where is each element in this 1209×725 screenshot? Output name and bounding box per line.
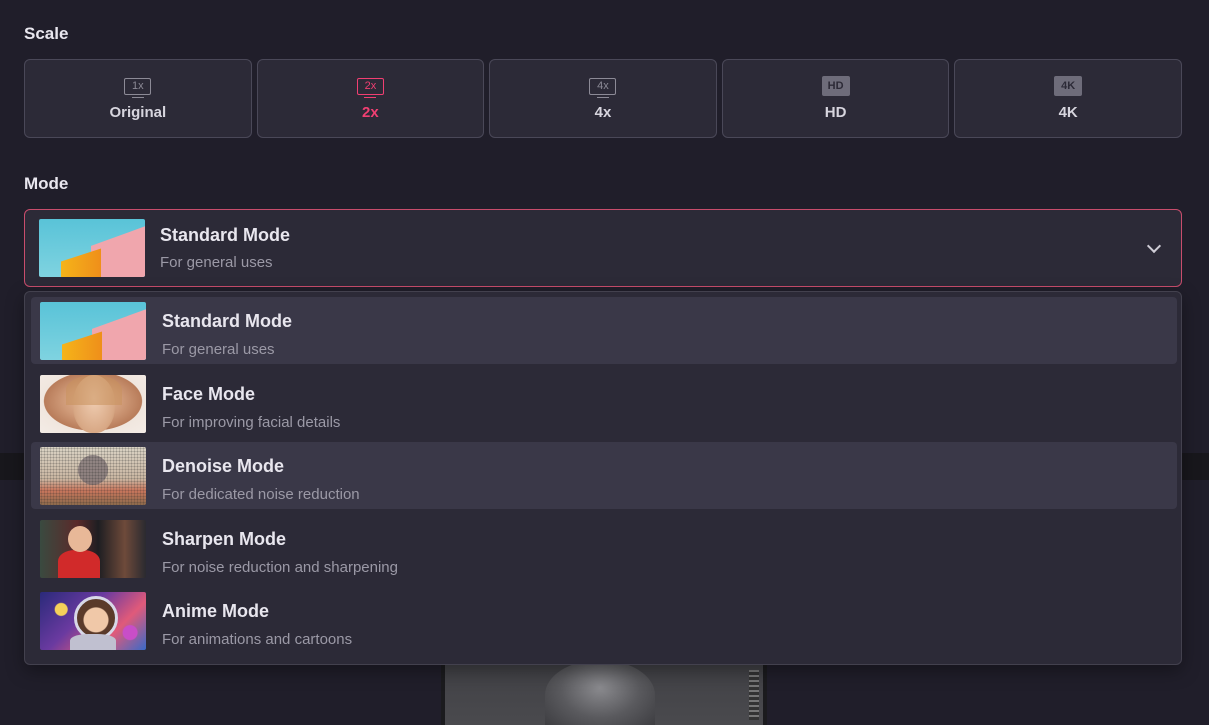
scale-option-4k[interactable]: 4K 4K: [954, 59, 1182, 138]
mode-label: Mode: [24, 174, 69, 193]
mode-option-desc: For general uses: [162, 341, 275, 358]
mode-option-title: Face Mode: [162, 384, 256, 404]
standard-mode-thumbnail: [40, 302, 146, 360]
mode-option-sharpen[interactable]: Sharpen Mode For noise reduction and sha…: [31, 515, 1177, 582]
scale-option-label: HD: [824, 104, 847, 121]
anime-mode-thumbnail: [40, 592, 146, 650]
mode-select[interactable]: Standard Mode For general uses: [24, 209, 1182, 287]
mode-option-desc: For dedicated noise reduction: [162, 486, 360, 503]
scale-options: 1x Original 2x 2x 4x 4x HD HD 4K 4K: [24, 59, 1182, 138]
mode-option-title: Standard Mode: [162, 311, 293, 331]
scale-option-original[interactable]: 1x Original: [24, 59, 252, 138]
chevron-down-icon[interactable]: [1146, 238, 1162, 254]
scale-option-label: Original: [109, 104, 167, 121]
mode-option-desc: For animations and cartoons: [162, 631, 353, 648]
mode-option-title: Sharpen Mode: [162, 529, 287, 549]
preview-tv-grille: [749, 670, 759, 720]
mode-option-anime[interactable]: Anime Mode For animations and cartoons: [31, 587, 1177, 654]
mode-option-denoise[interactable]: Denoise Mode For dedicated noise reducti…: [31, 442, 1177, 509]
mode-dropdown-list: Standard Mode For general uses Face Mode…: [24, 291, 1182, 665]
mode-option-title: Anime Mode: [162, 601, 270, 621]
denoise-mode-thumbnail: [40, 447, 146, 505]
scale-label: Scale: [24, 24, 69, 43]
mode-option-desc: For noise reduction and sharpening: [162, 559, 398, 576]
scale-option-hd[interactable]: HD HD: [721, 59, 950, 138]
mode-option-standard[interactable]: Standard Mode For general uses: [31, 297, 1177, 364]
scale-option-4x[interactable]: 4x 4x: [489, 59, 717, 138]
mode-option-title: Denoise Mode: [162, 456, 285, 476]
selected-mode-title: Standard Mode: [160, 225, 291, 245]
standard-mode-thumbnail: [39, 219, 145, 277]
preview-subject: [545, 660, 655, 725]
scale-1x-icon: 1x: [124, 76, 152, 98]
hd-icon: HD: [821, 76, 850, 96]
scale-2x-icon: 2x: [356, 76, 384, 98]
mode-option-face[interactable]: Face Mode For improving facial details: [31, 370, 1177, 437]
sharpen-mode-thumbnail: [40, 520, 146, 578]
4k-icon: 4K: [1054, 76, 1083, 96]
face-mode-thumbnail: [40, 375, 146, 433]
scale-option-label: 4K: [1058, 104, 1078, 121]
scale-option-label: 2x: [362, 104, 379, 121]
scale-4x-icon: 4x: [589, 76, 617, 98]
scale-option-label: 4x: [594, 104, 612, 121]
selected-mode-desc: For general uses: [160, 254, 273, 271]
upscaler-settings-panel: Scale 1x Original 2x 2x 4x 4x HD HD 4K 4…: [0, 0, 1209, 725]
scale-option-2x[interactable]: 2x 2x: [256, 59, 485, 138]
mode-option-desc: For improving facial details: [162, 414, 341, 431]
